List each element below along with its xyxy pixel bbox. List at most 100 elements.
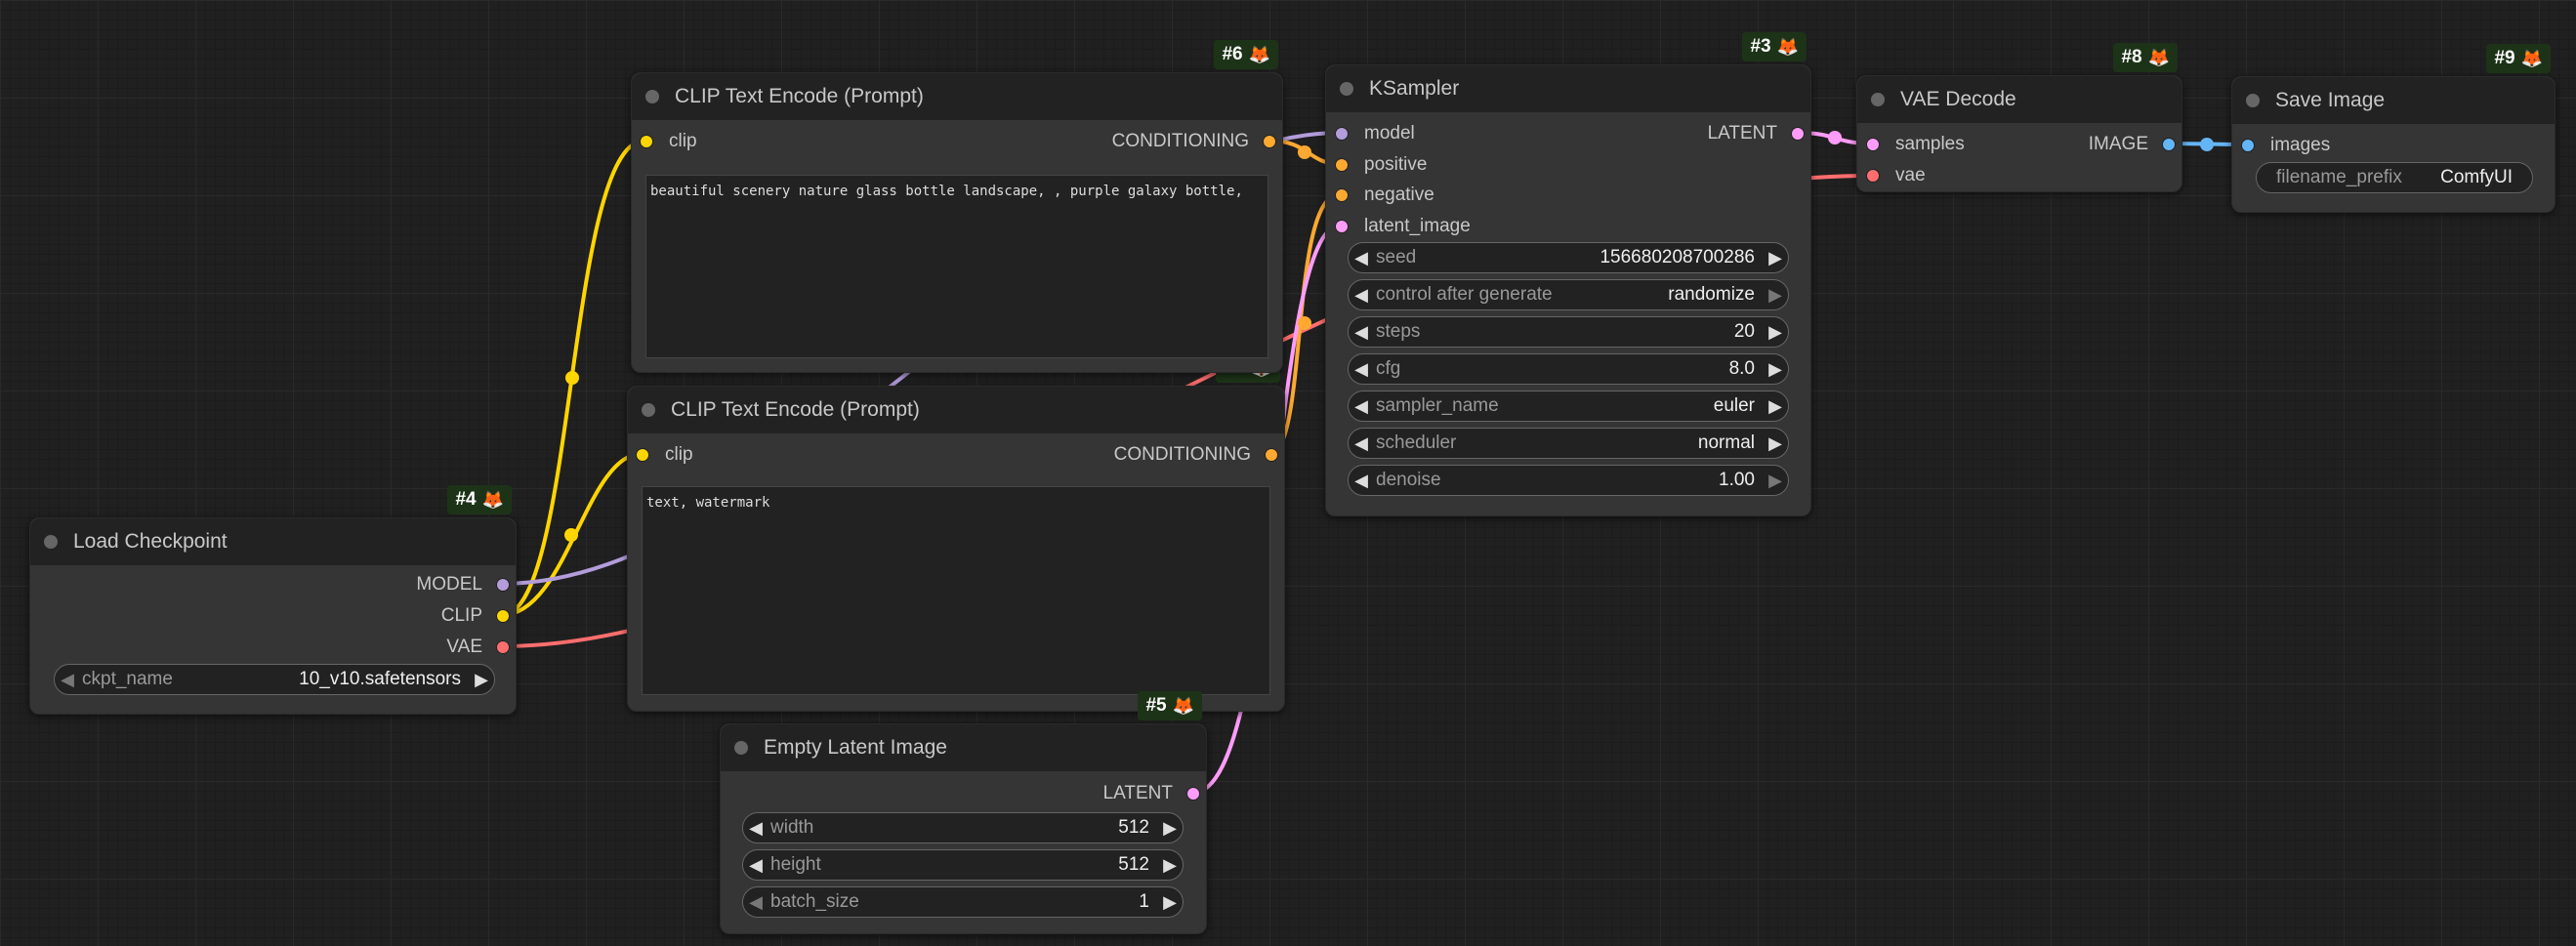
input-slot-negative[interactable]: negative [1335, 183, 1434, 208]
slot-dot-icon[interactable] [1866, 169, 1880, 183]
decrement-arrow-icon[interactable]: ◀ [1349, 248, 1374, 268]
output-slot-latent[interactable]: LATENT [1103, 781, 1200, 806]
increment-arrow-icon[interactable]: ▶ [1763, 248, 1788, 268]
widget-ckpt-name[interactable]: ◀ ckpt_name 10_v10.safetensors ▶ [54, 664, 495, 695]
widget-value[interactable]: 8.0 [1729, 358, 1763, 380]
slot-dot-icon[interactable] [496, 578, 510, 592]
widget-value[interactable]: 512 [1118, 854, 1157, 876]
node-clip-text-encode-positive[interactable]: #6 🦊 CLIP Text Encode (Prompt) clip CONDI… [631, 40, 1283, 373]
prompt-textarea[interactable]: text, watermark [642, 486, 1270, 695]
slot-dot-icon[interactable] [1263, 135, 1276, 148]
slot-dot-icon[interactable] [1186, 787, 1200, 801]
node-title-bar[interactable]: Empty Latent Image [721, 724, 1206, 771]
slot-dot-icon[interactable] [2241, 139, 2255, 152]
collapse-dot-icon[interactable] [44, 535, 58, 549]
node-load-checkpoint[interactable]: #4 🦊 Load Checkpoint MODEL CLIP VAE ◀ ckpt… [29, 485, 517, 715]
decrement-arrow-icon[interactable]: ◀ [743, 818, 769, 839]
widget-seed[interactable]: ◀ seed 156680208700286 ▶ [1348, 242, 1789, 273]
widget-value[interactable]: 20 [1734, 321, 1763, 343]
slot-dot-icon[interactable] [1335, 158, 1349, 172]
input-slot-latent-image[interactable]: latent_image [1335, 214, 1471, 239]
node-clip-text-encode-negative[interactable]: #7🦊 CLIP Text Encode (Prompt) clip CONDI… [627, 353, 1285, 712]
node-title-bar[interactable]: CLIP Text Encode (Prompt) [628, 387, 1284, 433]
widget-filename-prefix[interactable]: filename_prefix ComfyUI [2256, 162, 2533, 193]
input-slot-positive[interactable]: positive [1335, 152, 1427, 178]
collapse-dot-icon[interactable] [1340, 82, 1353, 96]
node-title-bar[interactable]: KSampler [1326, 65, 1810, 112]
node-vae-decode[interactable]: #8 🦊 VAE Decode samples vae IMAGE [1856, 43, 2182, 192]
collapse-dot-icon[interactable] [734, 741, 748, 755]
input-slot-clip[interactable]: clip [636, 442, 693, 468]
input-slot-model[interactable]: model [1335, 121, 1415, 146]
widget-value[interactable]: 10_v10.safetensors [299, 669, 469, 690]
collapse-dot-icon[interactable] [2246, 94, 2260, 107]
decrement-arrow-icon[interactable]: ◀ [743, 892, 769, 913]
node-title-bar[interactable]: CLIP Text Encode (Prompt) [632, 73, 1282, 120]
decrement-arrow-icon[interactable]: ◀ [1349, 322, 1374, 343]
increment-arrow-icon[interactable]: ▶ [469, 670, 494, 690]
slot-dot-icon[interactable] [496, 609, 510, 623]
link-midpoint[interactable] [2200, 138, 2214, 151]
widget-value[interactable]: 512 [1118, 817, 1157, 839]
increment-arrow-icon[interactable]: ▶ [1763, 285, 1788, 306]
widget-denoise[interactable]: ◀ denoise 1.00 ▶ [1348, 465, 1789, 496]
link-midpoint[interactable] [564, 528, 578, 542]
node-ksampler[interactable]: #3 🦊 KSampler model positive negative lat… [1325, 32, 1811, 516]
increment-arrow-icon[interactable]: ▶ [1763, 322, 1788, 343]
node-empty-latent-image[interactable]: #5 🦊 Empty Latent Image LATENT ◀ width 512 ▶… [720, 691, 1207, 934]
prompt-textarea[interactable]: beautiful scenery nature glass bottle la… [645, 175, 1268, 358]
decrement-arrow-icon[interactable]: ◀ [55, 670, 80, 690]
output-slot-clip[interactable]: CLIP [441, 603, 510, 629]
decrement-arrow-icon[interactable]: ◀ [1349, 285, 1374, 306]
link-midpoint[interactable] [1298, 145, 1311, 159]
widget-sampler-name[interactable]: ◀ sampler_name euler ▶ [1348, 391, 1789, 422]
slot-dot-icon[interactable] [636, 448, 649, 462]
widget-value[interactable]: euler [1714, 395, 1763, 417]
decrement-arrow-icon[interactable]: ◀ [1349, 471, 1374, 491]
output-slot-latent[interactable]: LATENT [1708, 121, 1805, 146]
widget-value[interactable]: 156680208700286 [1600, 247, 1763, 268]
collapse-dot-icon[interactable] [1871, 93, 1885, 106]
slot-dot-icon[interactable] [1335, 188, 1349, 202]
widget-scheduler[interactable]: ◀ scheduler normal ▶ [1348, 428, 1789, 459]
widget-cfg[interactable]: ◀ cfg 8.0 ▶ [1348, 353, 1789, 385]
node-title-bar[interactable]: VAE Decode [1857, 76, 2181, 123]
output-slot-image[interactable]: IMAGE [2089, 132, 2176, 157]
widget-value[interactable]: 1 [1139, 891, 1157, 913]
input-slot-vae[interactable]: vae [1866, 163, 1926, 188]
increment-arrow-icon[interactable]: ▶ [1763, 471, 1788, 491]
input-slot-clip[interactable]: clip [640, 129, 697, 154]
node-title-bar[interactable]: Save Image [2232, 77, 2555, 124]
output-slot-conditioning[interactable]: CONDITIONING [1114, 442, 1278, 468]
widget-control-after-generate[interactable]: ◀ control after generate randomize ▶ [1348, 279, 1789, 310]
node-save-image[interactable]: #9 🦊 Save Image images filename_prefix Com… [2231, 44, 2555, 213]
slot-dot-icon[interactable] [1265, 448, 1278, 462]
output-slot-model[interactable]: MODEL [416, 572, 510, 597]
increment-arrow-icon[interactable]: ▶ [1157, 892, 1183, 913]
input-slot-samples[interactable]: samples [1866, 132, 1965, 157]
widget-value[interactable]: 1.00 [1719, 470, 1763, 491]
decrement-arrow-icon[interactable]: ◀ [1349, 359, 1374, 380]
increment-arrow-icon[interactable]: ▶ [1157, 818, 1183, 839]
slot-dot-icon[interactable] [496, 640, 510, 654]
widget-width[interactable]: ◀ width 512 ▶ [742, 812, 1184, 843]
collapse-dot-icon[interactable] [642, 403, 655, 417]
slot-dot-icon[interactable] [1791, 127, 1805, 141]
increment-arrow-icon[interactable]: ▶ [1763, 396, 1788, 417]
widget-value[interactable]: ComfyUI [2440, 167, 2532, 188]
slot-dot-icon[interactable] [2162, 138, 2176, 151]
slot-dot-icon[interactable] [1866, 138, 1880, 151]
link-midpoint[interactable] [1298, 316, 1311, 330]
widget-height[interactable]: ◀ height 512 ▶ [742, 849, 1184, 881]
input-slot-images[interactable]: images [2241, 133, 2330, 158]
widget-steps[interactable]: ◀ steps 20 ▶ [1348, 316, 1789, 348]
link-midpoint[interactable] [1828, 131, 1842, 144]
increment-arrow-icon[interactable]: ▶ [1763, 359, 1788, 380]
output-slot-conditioning[interactable]: CONDITIONING [1112, 129, 1276, 154]
collapse-dot-icon[interactable] [645, 90, 659, 103]
decrement-arrow-icon[interactable]: ◀ [1349, 396, 1374, 417]
widget-batch-size[interactable]: ◀ batch_size 1 ▶ [742, 886, 1184, 918]
decrement-arrow-icon[interactable]: ◀ [1349, 433, 1374, 454]
decrement-arrow-icon[interactable]: ◀ [743, 855, 769, 876]
slot-dot-icon[interactable] [640, 135, 653, 148]
